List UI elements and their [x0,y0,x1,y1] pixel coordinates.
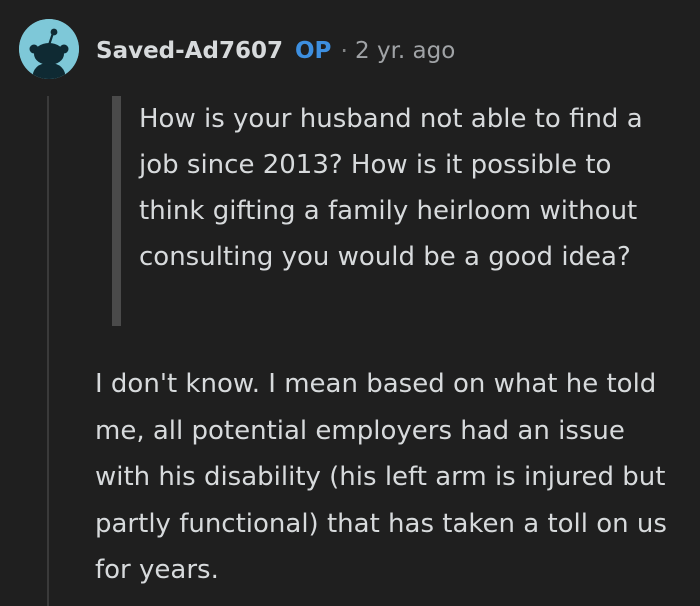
op-badge: OP [294,38,332,64]
username-link[interactable]: Saved-Ad7607 [96,38,283,64]
comment-header: Saved-Ad7607 OP · 2 yr. ago [96,34,455,68]
separator-dot: · [340,37,349,65]
comment-body-text: I don't know. I mean based on what he to… [95,369,667,585]
comment-timestamp[interactable]: 2 yr. ago [355,38,455,64]
blockquote: How is your husband not able to find a j… [112,96,682,326]
avatar[interactable] [19,19,79,79]
quote-text: How is your husband not able to find a j… [139,104,643,272]
comment-body: I don't know. I mean based on what he to… [95,361,685,594]
thread-line[interactable] [47,96,49,606]
snoo-avatar-icon [19,19,79,79]
